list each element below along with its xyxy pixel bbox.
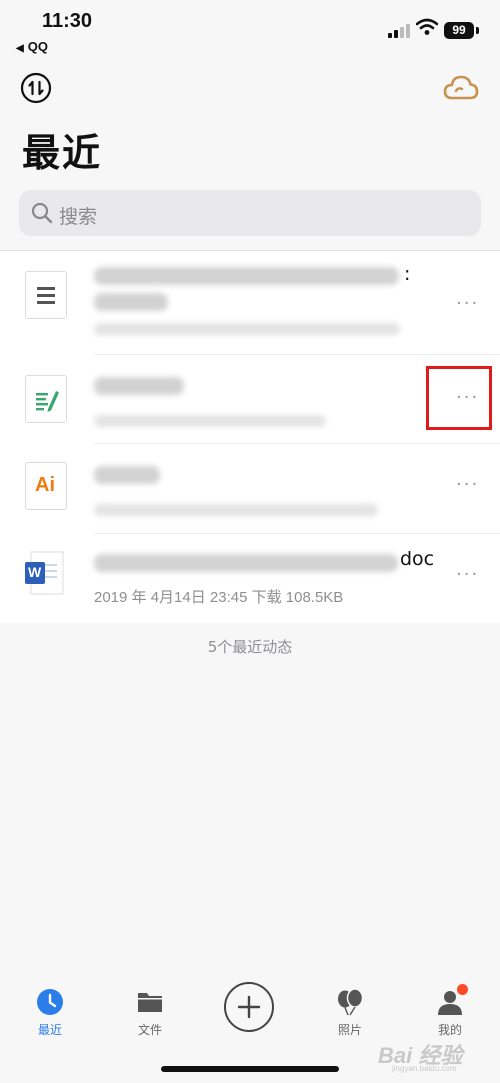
file-title-suffix: doc (400, 548, 435, 570)
tab-files[interactable]: 文件 (110, 974, 190, 1038)
sort-toggle-icon[interactable] (20, 72, 52, 104)
folder-icon (136, 988, 164, 1016)
more-options-button[interactable]: ··· (456, 474, 479, 495)
note-pencil-icon (25, 375, 67, 423)
cellular-signal-icon (388, 22, 412, 38)
home-indicator (161, 1066, 339, 1072)
more-options-button[interactable]: ··· (456, 293, 479, 314)
user-icon (436, 984, 468, 1016)
balloons-icon (336, 988, 364, 1016)
file-title-blurred (94, 377, 184, 395)
file-meta: 2019 年 4月14日 23:45 下载 108.5KB (94, 589, 344, 606)
plus-icon (237, 995, 261, 1019)
tab-label: 照片 (337, 1023, 362, 1037)
battery-icon: 99 (444, 22, 474, 39)
search-icon (31, 202, 53, 224)
illustrator-file-label: Ai (35, 474, 55, 496)
tab-me[interactable]: 我的 (410, 974, 490, 1038)
file-title-blurred (94, 554, 398, 572)
word-file-icon: W (25, 550, 67, 598)
battery-tip (476, 27, 479, 34)
back-to-app-link[interactable]: ◀ QQ (16, 39, 48, 54)
recent-activity-count: 5个最近动态 (207, 638, 293, 656)
more-options-button[interactable]: ··· (456, 564, 479, 585)
file-title-suffix: : (404, 263, 411, 285)
tab-label: 我的 (437, 1023, 462, 1037)
back-app-label: QQ (27, 39, 48, 54)
back-arrow-icon: ◀ (16, 43, 24, 54)
file-title-blurred (94, 267, 399, 285)
file-row-1[interactable]: : ··· (0, 251, 500, 343)
file-row-4[interactable]: W doc 2019 年 4月14日 23:45 下载 108.5KB ··· (0, 534, 500, 623)
cloud-sync-icon[interactable] (442, 72, 480, 104)
tab-recent[interactable]: 最近 (10, 974, 90, 1038)
word-file-label: W (28, 564, 42, 580)
highlight-annotation-box (426, 366, 492, 430)
file-row-2[interactable]: ··· (0, 355, 500, 443)
illustrator-file-icon: Ai (25, 462, 67, 510)
search-bar[interactable]: 搜索 (19, 190, 481, 236)
file-row-3[interactable]: Ai ··· (0, 444, 500, 533)
tab-photos[interactable]: 照片 (310, 974, 390, 1038)
watermark-url: jingyan.baidu.com (392, 1064, 457, 1073)
file-meta-blurred (94, 504, 378, 516)
file-title-blurred-line2 (94, 293, 168, 311)
add-button[interactable] (224, 982, 274, 1032)
recent-file-list: : ··· ··· Ai ··· W doc 2019 年 4月14日 23:4… (0, 250, 500, 623)
document-list-icon (25, 271, 67, 319)
page-title: 最近 (22, 131, 103, 175)
clock-icon (36, 988, 64, 1016)
status-bar: 11:30 ◀ QQ 99 (0, 0, 500, 60)
file-title-blurred (94, 466, 160, 484)
file-meta-blurred (94, 323, 400, 335)
tab-label: 文件 (137, 1023, 162, 1037)
search-placeholder: 搜索 (59, 206, 98, 228)
tab-label: 最近 (37, 1023, 62, 1037)
status-time: 11:30 (42, 10, 93, 32)
notification-dot (457, 984, 468, 995)
wifi-icon (416, 18, 438, 35)
file-meta-blurred (94, 415, 326, 427)
